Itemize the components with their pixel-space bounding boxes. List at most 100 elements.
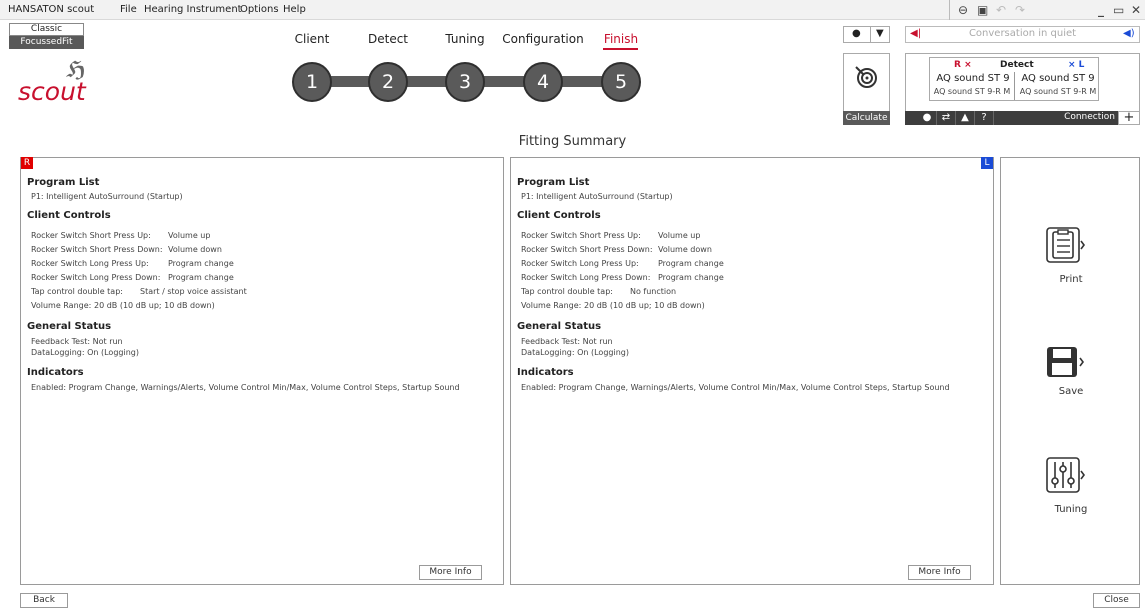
tab-client[interactable]: Client [295, 32, 330, 46]
control-value: Volume up [168, 231, 211, 240]
step-3-button[interactable]: 3 [445, 62, 485, 102]
right-side-badge: R [21, 157, 33, 169]
tab-detect[interactable]: Detect [368, 32, 408, 46]
tab-configuration[interactable]: Configuration [502, 32, 583, 46]
control-label: Rocker Switch Long Press Up: [521, 259, 639, 268]
speaker-icon[interactable]: ◀) [1123, 28, 1135, 39]
menu-file[interactable]: File [120, 4, 137, 15]
indicators-line: Enabled: Program Change, Warnings/Alerts… [31, 383, 460, 392]
swap-icon[interactable]: ⇄ [937, 111, 956, 125]
tuning-label[interactable]: Tuning [1001, 504, 1141, 515]
program-item: P1: Intelligent AutoSurround (Startup) [31, 192, 183, 201]
floppy-icon[interactable] [1046, 345, 1086, 381]
divider [870, 27, 871, 42]
left-instrument-model: AQ sound ST 9-R M [1019, 87, 1097, 96]
left-side-marker: × L [1068, 60, 1085, 70]
program-name: Conversation in quiet [968, 28, 1077, 39]
divider [1014, 72, 1015, 100]
control-value: Volume down [168, 245, 222, 254]
section-title: General Status [517, 321, 602, 332]
clipboard-icon[interactable] [1046, 227, 1086, 263]
menu-bar: HANSATON scout File Hearing Instrument O… [0, 0, 1145, 20]
page-title: Fitting Summary [518, 134, 627, 149]
control-value: Program change [658, 259, 724, 268]
undo-icon[interactable]: ↶ [996, 3, 1006, 17]
right-side-marker: R × [954, 60, 972, 70]
person-icon[interactable]: ● [918, 111, 937, 125]
help-icon[interactable]: ? [975, 111, 994, 125]
detect-label: Detect [1000, 60, 1034, 70]
control-value: Program change [168, 259, 234, 268]
control-value: Volume down [658, 245, 712, 254]
menu-help[interactable]: Help [283, 4, 306, 15]
right-instrument-model: AQ sound ST 9-R M [933, 87, 1011, 96]
control-value: Volume up [658, 231, 701, 240]
control-value: 20 dB (10 dB up; 10 dB down) [584, 301, 705, 310]
control-value: Program change [168, 273, 234, 282]
mode-classic-button[interactable]: Classic [9, 23, 84, 36]
status-line: Feedback Test: Not run [521, 337, 613, 346]
step-1-button[interactable]: 1 [292, 62, 332, 102]
back-button[interactable]: Back [20, 593, 68, 608]
step-2-button[interactable]: 2 [368, 62, 408, 102]
save-icon[interactable]: ▣ [977, 3, 988, 17]
control-value: Start / stop voice assistant [140, 287, 247, 296]
close-button[interactable]: Close [1093, 593, 1140, 608]
menu-hearing-instrument[interactable]: Hearing Instrument [144, 4, 242, 15]
section-title: Client Controls [27, 210, 111, 221]
chevron-down-icon: ▼ [876, 28, 884, 39]
section-title: Client Controls [517, 210, 601, 221]
more-info-button[interactable]: More Info [419, 565, 482, 580]
print-label[interactable]: Print [1001, 274, 1141, 285]
control-label: Rocker Switch Short Press Up: [521, 231, 641, 240]
step-5-button[interactable]: 5 [601, 62, 641, 102]
right-summary-panel [20, 157, 504, 585]
program-item: P1: Intelligent AutoSurround (Startup) [521, 192, 673, 201]
control-label: Rocker Switch Short Press Up: [31, 231, 151, 240]
calculate-label: Calculate [843, 111, 890, 125]
control-label: Rocker Switch Long Press Up: [31, 259, 149, 268]
minimize-icon[interactable]: _ [1098, 3, 1104, 17]
control-label: Rocker Switch Long Press Down: [31, 273, 161, 282]
mode-focussedfit-button[interactable]: FocussedFit [9, 36, 84, 49]
divider [949, 0, 950, 20]
status-line: DataLogging: On (Logging) [521, 348, 629, 357]
mute-speaker-icon[interactable]: ◀| [910, 28, 921, 39]
instrument-detect-box[interactable]: R × Detect × L AQ sound ST 9 AQ sound ST… [929, 57, 1099, 101]
menu-options[interactable]: Options [240, 4, 279, 15]
logo: scout [18, 77, 86, 106]
redo-icon[interactable]: ↷ [1015, 3, 1025, 17]
section-title: Program List [27, 177, 100, 188]
connection-label[interactable]: Connection [1060, 112, 1115, 122]
client-dropdown[interactable]: ● ▼ [843, 26, 890, 43]
indicators-line: Enabled: Program Change, Warnings/Alerts… [521, 383, 950, 392]
status-line: Feedback Test: Not run [31, 337, 123, 346]
right-instrument-name: AQ sound ST 9 [936, 73, 1010, 84]
close-icon[interactable]: ✕ [1131, 3, 1141, 17]
control-value: 20 dB (10 dB up; 10 dB down) [94, 301, 215, 310]
app-name: HANSATON scout [8, 4, 95, 15]
status-line: DataLogging: On (Logging) [31, 348, 139, 357]
control-label: Volume Range: [521, 301, 582, 310]
section-title: General Status [27, 321, 112, 332]
person-icon: ● [852, 28, 861, 39]
more-info-button[interactable]: More Info [908, 565, 971, 580]
control-label: Rocker Switch Short Press Down: [31, 245, 163, 254]
tab-tuning[interactable]: Tuning [445, 32, 484, 46]
tab-finish[interactable]: Finish [604, 32, 638, 46]
section-title: Indicators [27, 367, 84, 378]
control-label: Tap control double tap: [31, 287, 123, 296]
section-title: Program List [517, 177, 590, 188]
control-label: Rocker Switch Short Press Down: [521, 245, 653, 254]
section-title: Indicators [517, 367, 574, 378]
warning-icon[interactable]: ▲ [956, 111, 975, 125]
save-label[interactable]: Save [1001, 386, 1141, 397]
sliders-icon[interactable] [1046, 457, 1086, 493]
restore-icon[interactable]: ▭ [1113, 3, 1124, 17]
left-side-badge: L [981, 157, 993, 169]
add-connection-button[interactable]: + [1118, 111, 1140, 125]
lock-icon[interactable]: ⊖ [958, 3, 968, 17]
control-value: Program change [658, 273, 724, 282]
active-tab-indicator [603, 48, 638, 50]
step-4-button[interactable]: 4 [523, 62, 563, 102]
